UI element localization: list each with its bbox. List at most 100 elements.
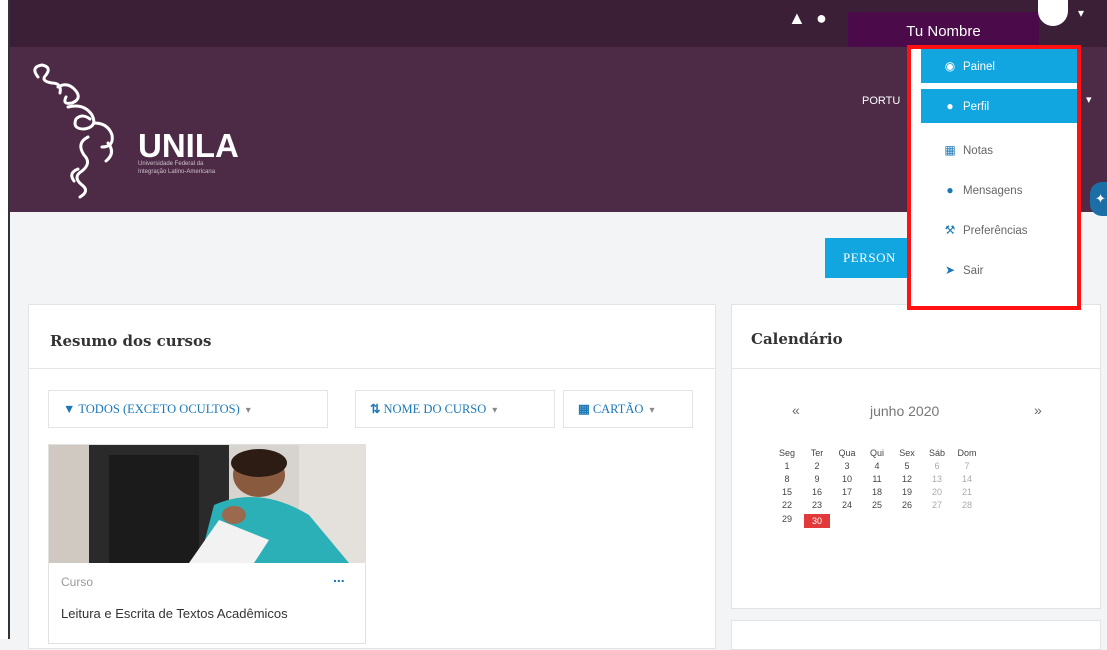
sort-dropdown[interactable]: ⇅ NOME DO CURSO ▾	[355, 390, 555, 428]
course-menu-button[interactable]: ...	[333, 569, 345, 585]
calendar-day[interactable]: 6	[922, 461, 952, 471]
avatar[interactable]	[1038, 0, 1068, 26]
funnel-icon: ▼	[63, 402, 76, 416]
calendar-day[interactable]: 1	[772, 461, 802, 471]
calendar-day[interactable]: 4	[862, 461, 892, 471]
weekday-label: Qui	[869, 448, 884, 458]
calendar-day[interactable]: 10	[832, 474, 862, 484]
grid-icon: ▦	[578, 402, 590, 416]
menu-item-label: Painel	[963, 61, 995, 73]
sort-icon: ⇅	[370, 402, 381, 416]
chat-icon[interactable]: ●	[816, 8, 827, 29]
weekday-label: Qua	[838, 448, 856, 458]
calendar-day[interactable]: 25	[862, 500, 892, 510]
calendar-day[interactable]: 7	[952, 461, 982, 471]
user-menu-item-sair[interactable]: ➤ Sair	[921, 253, 1077, 287]
bell-icon[interactable]: ▲	[788, 8, 806, 29]
divider	[29, 368, 715, 369]
sort-label: NOME DO CURSO	[383, 402, 487, 416]
course-card[interactable]: Curso ... Leitura e Escrita de Textos Ac…	[48, 444, 366, 644]
chevron-down-icon: ▾	[649, 405, 655, 416]
calendar-day[interactable]: 13	[922, 474, 952, 484]
calendar-day[interactable]: 27	[922, 500, 952, 510]
user-menu-item-perfil[interactable]: ● Perfil	[921, 89, 1077, 123]
weekday-label: Sex	[899, 448, 915, 458]
logo-subtitle: Universidade Federal da Integração Latin…	[138, 161, 216, 175]
calendar-day[interactable]: 9	[802, 474, 832, 484]
menu-item-label: Sair	[963, 265, 984, 277]
calendar-week-row: 8 9 10 11 12 13 14	[772, 474, 1072, 487]
dashboard-icon: ◉	[944, 59, 956, 73]
calendar-day[interactable]: 24	[832, 500, 862, 510]
calendar-day[interactable]: 26	[892, 500, 922, 510]
calendar-day[interactable]: 2	[802, 461, 832, 471]
calendar-day[interactable]: 12	[892, 474, 922, 484]
course-category: Curso	[61, 575, 94, 589]
calendar-day[interactable]: 20	[922, 487, 952, 497]
user-icon: ●	[946, 99, 954, 113]
user-menu-dropdown: ◉ Painel ● Perfil ▦ Notas ● Mensagens ⚒ Prefe…	[907, 45, 1081, 310]
menu-item-label: Preferências	[963, 225, 1028, 237]
course-name[interactable]: Leitura e Escrita de Textos Acadêmicos	[61, 603, 341, 624]
weekday-label: Ter	[810, 448, 824, 458]
course-photo	[49, 445, 365, 563]
calendar-month-label: junho 2020	[870, 403, 940, 419]
divider	[732, 368, 1100, 369]
filter-dropdown[interactable]: ▼ TODOS (EXCETO OCULTOS) ▾	[48, 390, 328, 428]
calendar-day[interactable]: 29	[772, 514, 802, 524]
calendar-prev-month[interactable]: «	[792, 402, 800, 418]
calendar-week-row: 15 16 17 18 19 20 21	[772, 487, 1072, 500]
language-selector[interactable]: PORTU	[862, 95, 900, 107]
calendar-week-row: 1 2 3 4 5 6 7	[772, 461, 1072, 474]
course-image[interactable]	[49, 445, 365, 563]
wrench-icon: ⚒	[944, 223, 956, 237]
window-border	[0, 0, 10, 639]
calendar-week-row: 22 23 24 25 26 27 28	[772, 500, 1072, 513]
calendar-day[interactable]: 16	[802, 487, 832, 497]
weekday-label: Seg	[778, 448, 795, 458]
menu-item-label: Notas	[963, 145, 994, 157]
logout-icon: ➤	[944, 263, 956, 277]
course-overview-title: Resumo dos cursos	[50, 332, 212, 350]
weekday-label: Dom	[957, 448, 977, 458]
calendar-title: Calendário	[751, 330, 843, 348]
calendar-day[interactable]: 14	[952, 474, 982, 484]
calendar-day[interactable]: 18	[862, 487, 892, 497]
menu-item-label: Mensagens	[963, 185, 1023, 197]
calendar-day[interactable]: 23	[802, 500, 832, 510]
calendar-day[interactable]: 19	[892, 487, 922, 497]
weekday-label: Sáb	[928, 448, 945, 458]
user-menu-item-preferencias[interactable]: ⚒ Preferências	[921, 213, 1077, 247]
calendar-day[interactable]: 3	[832, 461, 862, 471]
top-navbar: ▲ ● Tu Nombre ▾	[10, 0, 1107, 48]
grades-table-icon: ▦	[944, 143, 956, 157]
unila-logo-icon[interactable]	[28, 57, 138, 207]
user-menu-item-notas[interactable]: ▦ Notas	[921, 133, 1077, 167]
calendar-day[interactable]: 21	[952, 487, 982, 497]
calendar-day[interactable]: 15	[772, 487, 802, 497]
chevron-down-icon: ▾	[245, 405, 251, 416]
calendar-day[interactable]: 11	[862, 474, 892, 484]
calendar-day[interactable]: 5	[892, 461, 922, 471]
chevron-down-icon[interactable]: ▾	[1078, 6, 1084, 20]
calendar-today[interactable]: 30	[804, 514, 830, 528]
chevron-down-icon[interactable]: ▾	[1086, 93, 1092, 106]
user-menu-item-painel[interactable]: ◉ Painel	[921, 49, 1077, 83]
user-menu-item-mensagens[interactable]: ● Mensagens	[921, 173, 1077, 207]
user-name-label[interactable]: Tu Nombre	[848, 12, 1039, 48]
accessibility-button[interactable]: ✦	[1090, 182, 1107, 216]
calendar-weekday-row: Seg Ter Qua Qui Sex Sáb Dom	[772, 448, 1072, 461]
view-label: CARTÃO	[592, 402, 644, 416]
calendar-day[interactable]: 22	[772, 500, 802, 510]
calendar-day[interactable]: 8	[772, 474, 802, 484]
filter-label: TODOS (EXCETO OCULTOS)	[78, 402, 240, 416]
chat-bubble-icon: ●	[946, 183, 954, 197]
chevron-down-icon: ▾	[492, 405, 498, 416]
view-dropdown[interactable]: ▦ CARTÃO ▾	[563, 390, 693, 428]
calendar-day[interactable]: 28	[952, 500, 982, 510]
calendar-next-month[interactable]: »	[1034, 402, 1042, 418]
menu-item-label: Perfil	[963, 101, 990, 113]
calendar-week-row: 29 30	[772, 514, 1072, 528]
calendar-day[interactable]: 17	[832, 487, 862, 497]
next-block-panel	[731, 620, 1101, 650]
